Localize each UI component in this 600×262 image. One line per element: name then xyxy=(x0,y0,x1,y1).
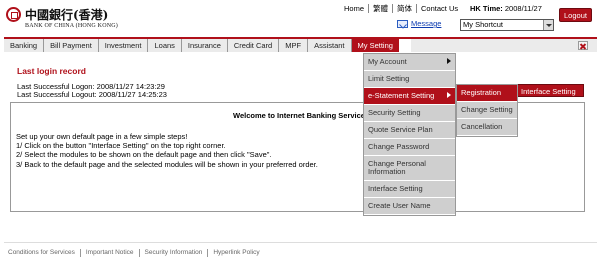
footer-rule xyxy=(4,242,597,243)
submenu-arrow-icon xyxy=(447,92,451,98)
menu-item-label: My Account xyxy=(368,57,407,66)
footer-links: Conditions for Services Important Notice… xyxy=(6,249,265,257)
menu-item-change-password[interactable]: Change Password xyxy=(364,139,455,156)
footer-security-information-link[interactable]: Security Information xyxy=(138,249,208,257)
submenu-arrow-icon xyxy=(447,58,451,64)
instruction-step-2: 2/ Select the modules to be shown on the… xyxy=(16,150,272,160)
welcome-heading: Welcome to Internet Banking Service xyxy=(233,111,365,120)
menu-item-change-personal-information[interactable]: Change Personal Information xyxy=(364,156,455,181)
menu-item-label: e-Statement Setting xyxy=(368,91,435,100)
chevron-down-icon[interactable] xyxy=(543,20,553,30)
boc-logo-icon xyxy=(6,7,21,22)
nav-assistant[interactable]: Assistant xyxy=(308,39,352,52)
traditional-chinese-link[interactable]: 繁體 xyxy=(368,4,392,13)
shortcut-select[interactable]: My Shortcut xyxy=(460,19,554,31)
menu-item-interface-setting[interactable]: Interface Setting xyxy=(364,181,455,198)
menu-item-limit-setting[interactable]: Limit Setting xyxy=(364,71,455,88)
footer-conditions-link[interactable]: Conditions for Services xyxy=(6,249,80,257)
logout-button[interactable]: Logout xyxy=(559,8,592,22)
last-login-title: Last login record xyxy=(17,66,86,76)
footer-hyperlink-policy-link[interactable]: Hyperlink Policy xyxy=(207,249,264,257)
interface-setting-button[interactable]: Interface Setting xyxy=(512,84,584,97)
submenu-item-change-setting[interactable]: Change Setting xyxy=(457,102,517,119)
hk-time-label: HK Time: xyxy=(470,4,503,13)
hk-time-value: 2008/11/27 xyxy=(504,4,542,13)
menu-item-my-account[interactable]: My Account xyxy=(364,54,455,71)
message-link[interactable]: Message xyxy=(411,19,441,28)
bank-logo[interactable]: 中國銀行(香港) BANK OF CHINA (HONG KONG) xyxy=(6,5,118,35)
nav-credit-card[interactable]: Credit Card xyxy=(227,39,280,52)
nav-insurance[interactable]: Insurance xyxy=(181,39,228,52)
last-logout-text: Last Successful Logout: 2008/11/27 14:25… xyxy=(17,90,167,99)
menu-item-security-setting[interactable]: Security Setting xyxy=(364,105,455,122)
nav-loans[interactable]: Loans xyxy=(148,39,182,52)
instruction-step-1: 1/ Click on the button "Interface Settin… xyxy=(16,141,226,151)
main-nav: Banking Bill Payment Investment Loans In… xyxy=(4,39,399,52)
nav-bill-payment[interactable]: Bill Payment xyxy=(44,39,99,52)
envelope-icon[interactable] xyxy=(397,20,408,28)
submenu-item-registration[interactable]: Registration xyxy=(457,85,517,102)
close-icon[interactable] xyxy=(578,41,588,50)
submenu-item-cancellation[interactable]: Cancellation xyxy=(457,119,517,136)
hk-time: HK Time: 2008/11/27 xyxy=(470,4,542,13)
nav-investment[interactable]: Investment xyxy=(98,39,149,52)
home-link[interactable]: Home xyxy=(340,4,368,13)
nav-banking[interactable]: Banking xyxy=(4,39,45,52)
setup-instructions: Set up your own default page in a few si… xyxy=(16,132,318,169)
menu-item-estatement-setting[interactable]: e-Statement Setting xyxy=(364,88,455,105)
my-setting-menu: My Account Limit Setting e-Statement Set… xyxy=(363,53,456,216)
shortcut-selected-value: My Shortcut xyxy=(463,20,504,29)
estatement-submenu: Registration Change Setting Cancellation xyxy=(456,84,518,137)
footer-important-notice-link[interactable]: Important Notice xyxy=(79,249,139,257)
contact-us-link[interactable]: Contact Us xyxy=(416,4,462,13)
instruction-intro: Set up your own default page in a few si… xyxy=(16,132,188,141)
nav-mpf[interactable]: MPF xyxy=(279,39,309,52)
menu-item-quote-service-plan[interactable]: Quote Service Plan xyxy=(364,122,455,139)
nav-my-setting[interactable]: My Setting xyxy=(351,39,399,52)
instruction-step-3: 3/ Back to the default page and the sele… xyxy=(16,159,318,169)
simplified-chinese-link[interactable]: 简体 xyxy=(392,4,416,13)
brand-name-english: BANK OF CHINA (HONG KONG) xyxy=(25,23,118,29)
nav-bar-background xyxy=(411,39,597,52)
top-links: Home 繁體 简体 Contact Us xyxy=(340,4,462,13)
brand-name-chinese: 中國銀行(香港) xyxy=(25,8,109,22)
menu-item-create-user-name[interactable]: Create User Name xyxy=(364,198,455,215)
